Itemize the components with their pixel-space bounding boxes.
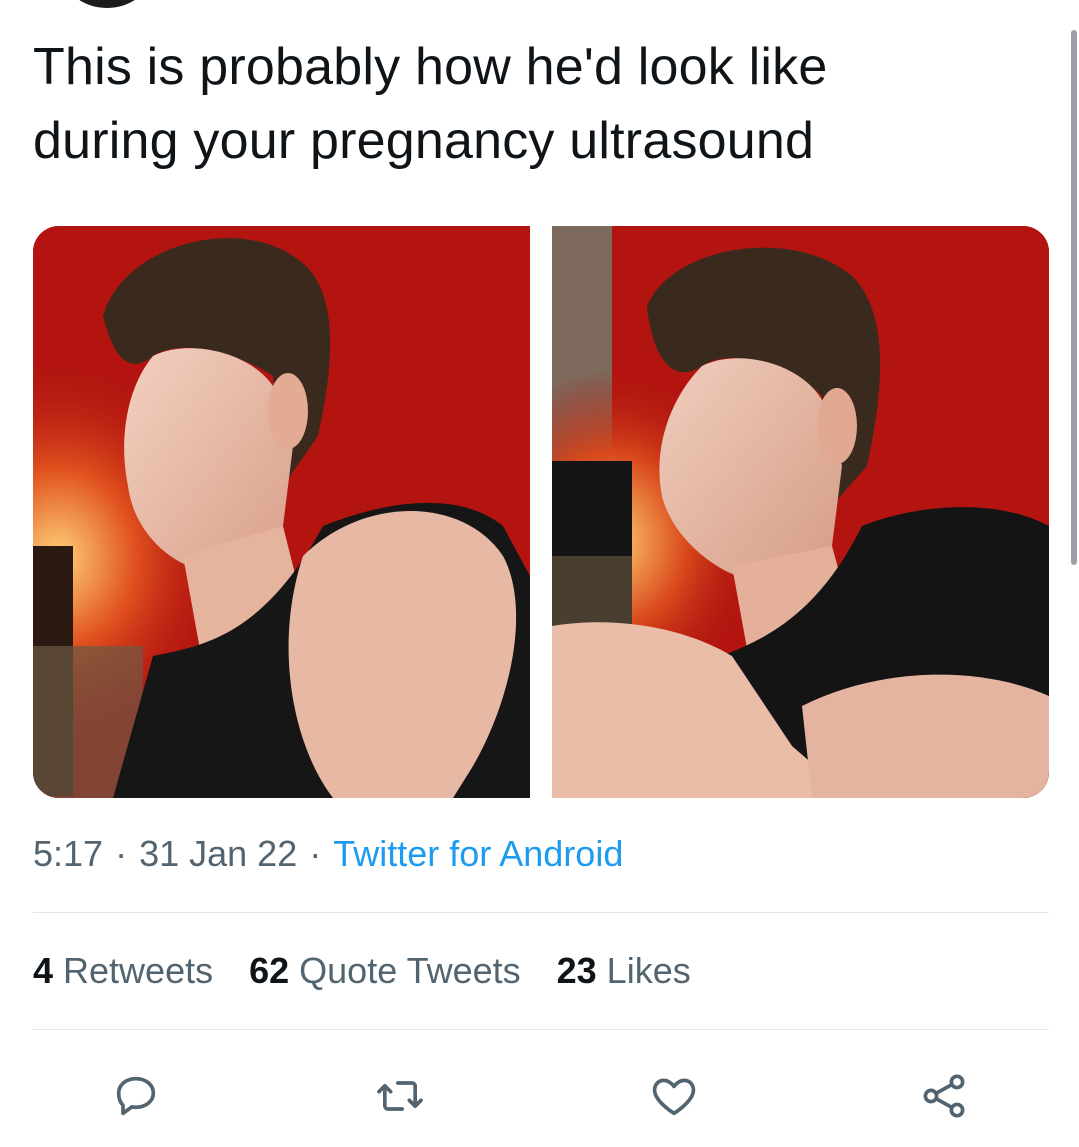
quote-tweets-stat[interactable]: 62 Quote Tweets [249,950,521,992]
quote-tweets-count: 62 [249,950,290,991]
tweet-text-line-2: during your pregnancy ultrasound [33,112,815,170]
reply-icon [116,1076,156,1116]
divider [33,1029,1049,1030]
tweet-meta: 5:17 · 31 Jan 22 · Twitter for Android [33,833,623,875]
photo-left[interactable] [33,226,530,798]
tweet-actions [0,1066,1079,1126]
tweet-time: 5:17 [33,833,104,874]
like-button[interactable] [644,1066,704,1126]
share-button[interactable] [914,1066,974,1126]
tweet-date: 31 Jan 22 [139,833,298,874]
likes-stat[interactable]: 23 Likes [557,950,691,992]
tweet-text: This is probably how he'd look like duri… [33,30,1033,178]
divider [33,912,1049,913]
avatar[interactable] [62,0,152,8]
retweets-label: Retweets [63,950,214,991]
tweet-source-link[interactable]: Twitter for Android [333,833,623,874]
retweets-stat[interactable]: 4 Retweets [33,950,213,992]
likes-label: Likes [606,950,691,991]
tweet-stats: 4 Retweets 62 Quote Tweets 23 Likes [33,950,691,992]
tweet-text-line-1: This is probably how he'd look like [33,38,828,96]
quote-tweets-label: Quote Tweets [299,950,521,991]
meta-separator-2: · [309,833,322,874]
photo-right[interactable] [552,226,1049,798]
meta-separator: · [115,833,128,874]
likes-count: 23 [556,950,597,991]
retweets-count: 4 [33,950,54,991]
tweet-media [33,226,1049,798]
scrollbar[interactable] [1071,30,1077,565]
reply-button[interactable] [106,1066,166,1126]
retweet-icon [377,1081,423,1111]
heart-icon [652,1078,696,1116]
share-icon [923,1074,965,1118]
retweet-button[interactable] [370,1066,430,1126]
